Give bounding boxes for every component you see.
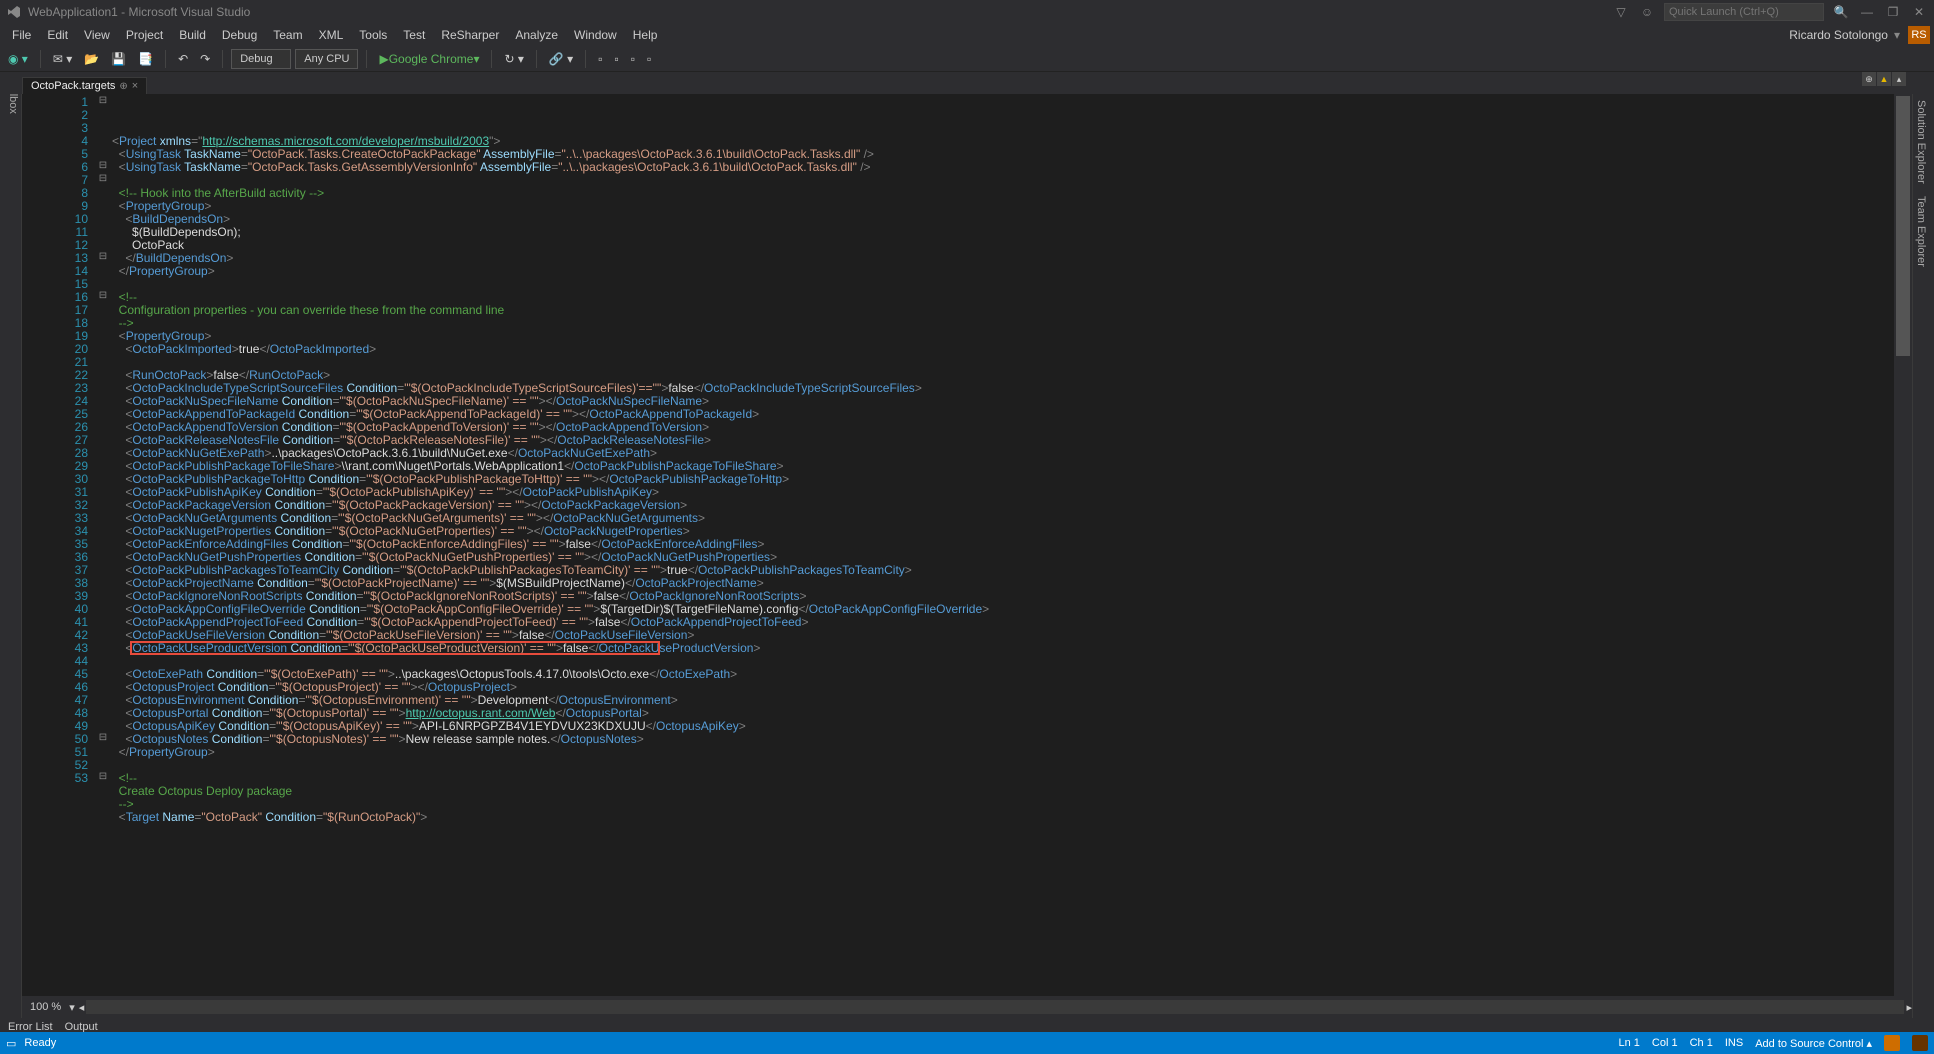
zoom-dropdown-icon[interactable]: ▾ xyxy=(69,1001,75,1014)
tab-close-icon[interactable]: × xyxy=(132,80,138,92)
status-ins: INS xyxy=(1725,1037,1743,1049)
search-icon[interactable]: 🔍 xyxy=(1832,3,1850,21)
menu-test[interactable]: Test xyxy=(395,26,433,44)
status-bar: ▭ Ready Ln 1 Col 1 Ch 1 INS Add to Sourc… xyxy=(0,1032,1934,1054)
fold-gutter[interactable]: ⊟⊟⊟⊟⊟⊟⊟ xyxy=(94,94,112,996)
status-col: Col 1 xyxy=(1652,1037,1678,1049)
close-button[interactable]: ✕ xyxy=(1910,3,1928,21)
menu-debug[interactable]: Debug xyxy=(214,26,265,44)
menu-bar: FileEditViewProjectBuildDebugTeamXMLTool… xyxy=(0,24,1934,46)
minimize-button[interactable]: — xyxy=(1858,3,1876,21)
xml-tool-3[interactable]: ▫ xyxy=(627,49,639,69)
run-button[interactable]: ▶ Google Chrome ▾ xyxy=(375,49,483,69)
status-badge-1[interactable] xyxy=(1884,1035,1900,1051)
status-ready: Ready xyxy=(24,1037,56,1049)
vs-logo-icon xyxy=(6,4,22,20)
hscroll-left-icon[interactable]: ◂ xyxy=(79,1001,85,1014)
platform-dropdown[interactable]: Any CPU xyxy=(295,49,358,69)
menu-window[interactable]: Window xyxy=(566,26,625,44)
line-number-gutter: 1234567891011121314151617181920212223242… xyxy=(22,94,94,996)
menu-build[interactable]: Build xyxy=(171,26,214,44)
browser-link-button[interactable]: 🔗 ▾ xyxy=(545,49,577,69)
menu-analyze[interactable]: Analyze xyxy=(507,26,566,44)
tab-label: OctoPack.targets xyxy=(31,80,115,92)
menu-file[interactable]: File xyxy=(4,26,39,44)
zoom-row: 100 % ▾ ◂ ▸ xyxy=(22,996,1912,1018)
xml-tool-4[interactable]: ▫ xyxy=(643,49,655,69)
track-changes-icon[interactable]: ⊕ xyxy=(1862,72,1876,86)
menu-resharper[interactable]: ReSharper xyxy=(433,26,507,44)
menu-team[interactable]: Team xyxy=(265,26,310,44)
status-badge-2[interactable] xyxy=(1912,1035,1928,1051)
maximize-button[interactable]: ❐ xyxy=(1884,3,1902,21)
user-badge[interactable]: RS xyxy=(1908,26,1930,44)
save-button[interactable]: 💾 xyxy=(107,49,130,69)
warning-icon[interactable]: ▲ xyxy=(1877,72,1891,86)
scrollbar-thumb[interactable] xyxy=(1896,96,1910,356)
right-rail: Solution Explorer Team Explorer xyxy=(1912,94,1934,1018)
redo-button[interactable]: ↷ xyxy=(196,49,214,69)
menu-edit[interactable]: Edit xyxy=(39,26,76,44)
menu-help[interactable]: Help xyxy=(625,26,666,44)
source-control-button[interactable]: Add to Source Control ▴ xyxy=(1755,1037,1872,1050)
new-item-button[interactable]: ✉ ▾ xyxy=(49,49,76,69)
undo-button[interactable]: ↶ xyxy=(174,49,192,69)
menu-xml[interactable]: XML xyxy=(311,26,352,44)
feedback-icon[interactable]: ☺ xyxy=(1638,3,1656,21)
user-dropdown-icon[interactable]: ▾ xyxy=(1894,28,1900,42)
vertical-scrollbar[interactable] xyxy=(1894,94,1912,996)
right-rail-team-explorer[interactable]: Team Explorer xyxy=(1913,190,1929,273)
refresh-button[interactable]: ↻ ▾ xyxy=(500,49,527,69)
hscroll-right-icon[interactable]: ▸ xyxy=(1906,1001,1912,1014)
toolbar: ◉ ▾ ✉ ▾ 📂 💾 📑 ↶ ↷ Debug Any CPU ▶ Google… xyxy=(0,46,1934,72)
editor[interactable]: 1234567891011121314151617181920212223242… xyxy=(22,94,1912,996)
notifications-icon[interactable]: ▽ xyxy=(1612,3,1630,21)
save-all-button[interactable]: 📑 xyxy=(134,49,157,69)
menu-project[interactable]: Project xyxy=(118,26,171,44)
document-tab[interactable]: OctoPack.targets ⊕ × xyxy=(22,77,147,94)
status-host-icon[interactable]: ▭ xyxy=(6,1037,16,1050)
run-label: Google Chrome xyxy=(389,52,474,66)
pin-icon[interactable]: ⊕ xyxy=(119,81,127,92)
config-dropdown[interactable]: Debug xyxy=(231,49,291,69)
scroll-top-icon[interactable]: ▴ xyxy=(1892,72,1906,86)
open-button[interactable]: 📂 xyxy=(80,49,103,69)
quick-launch-input[interactable] xyxy=(1664,3,1824,21)
status-ch: Ch 1 xyxy=(1690,1037,1713,1049)
tab-strip: OctoPack.targets ⊕ × ⊕ ▲ ▴ xyxy=(0,72,1934,94)
zoom-level[interactable]: 100 % xyxy=(22,1001,69,1013)
left-rail-toolbox[interactable]: Toolbox xyxy=(0,72,22,1018)
xml-tool-2[interactable]: ▫ xyxy=(610,49,622,69)
workspace: OctoPack.targets ⊕ × ⊕ ▲ ▴ Toolbox 12345… xyxy=(0,72,1934,1018)
status-line: Ln 1 xyxy=(1618,1037,1639,1049)
nav-back-button[interactable]: ◉ ▾ xyxy=(4,49,32,69)
user-name[interactable]: Ricardo Sotolongo xyxy=(1789,28,1888,42)
right-rail-solution-explorer[interactable]: Solution Explorer xyxy=(1913,94,1929,190)
horizontal-scrollbar[interactable] xyxy=(86,1000,1904,1014)
xml-tool-1[interactable]: ▫ xyxy=(594,49,606,69)
window-title: WebApplication1 - Microsoft Visual Studi… xyxy=(28,5,250,19)
menu-tools[interactable]: Tools xyxy=(351,26,395,44)
code-area[interactable]: <Project xmlns="http://schemas.microsoft… xyxy=(112,94,1912,996)
title-bar: WebApplication1 - Microsoft Visual Studi… xyxy=(0,0,1934,24)
menu-view[interactable]: View xyxy=(76,26,118,44)
